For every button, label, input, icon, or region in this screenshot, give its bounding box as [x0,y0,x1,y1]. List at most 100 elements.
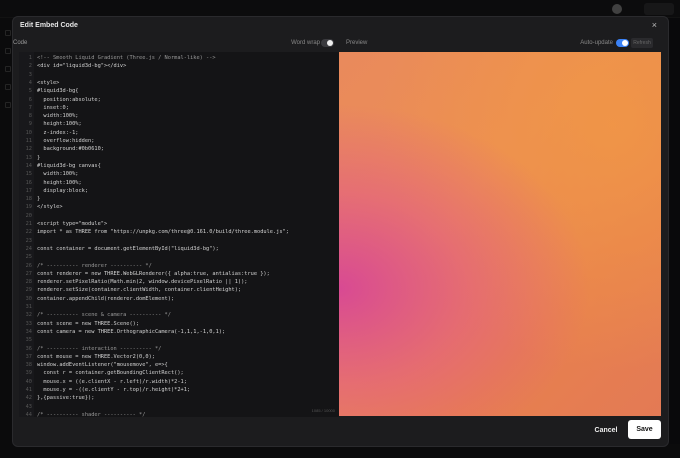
line-number: 9 [28,121,32,128]
code-text: renderer.setSize(container.clientWidth, … [37,287,242,294]
code-line: 28 renderer.setPixelRatio(Math.min(2, win… [19,278,339,286]
code-line: 24 const container = document.getElementB… [19,245,339,253]
code-panel-header: Code Word wrap [8,36,338,51]
line-number: 12 [25,146,32,153]
word-wrap-toggle[interactable] [321,39,334,47]
line-number: 16 [25,179,32,186]
line-number: 23 [25,237,32,244]
code-line: 36 /* ---------- interaction ---------- *… [19,345,339,353]
preview-panel-label: Preview [346,40,368,46]
code-text: const scene = new THREE.Scene(); [37,320,140,327]
line-number: 2 [28,63,32,70]
line-number: 34 [25,328,32,335]
line-number: 37 [25,353,32,360]
code-text: /* ---------- renderer ---------- */ [37,262,152,269]
code-text: width:100%; [37,171,79,178]
code-text: /* ---------- scene & camera ---------- … [37,312,171,319]
code-text: },{passive:true}); [37,395,95,402]
preview-canvas [339,52,661,416]
refresh-button[interactable]: Refresh [631,38,653,48]
preview-panel-header: Preview Auto-update Refresh [338,36,657,51]
code-text: <!-- Smooth Liquid Gradient (Three.js / … [37,55,216,61]
line-number: 18 [25,196,32,203]
line-number: 19 [25,204,32,211]
line-number: 35 [25,337,32,344]
line-number: 6 [28,96,32,103]
cancel-button[interactable]: Cancel [588,421,624,439]
code-line: 16 height:100%; [19,179,339,187]
line-number: 4 [28,79,32,86]
auto-update-label: Auto-update [580,40,613,46]
code-line: 37 const mouse = new THREE.Vector2(0,0); [19,353,339,361]
line-number: 24 [25,245,32,252]
code-line: 10 z-index:-1; [19,129,339,137]
code-text: #liquid3d-bg{ [37,88,79,95]
code-line: 40 mouse.x = ((e.clientX - r.left)/r.wid… [19,378,339,386]
code-text: width:100%; [37,113,79,120]
code-text: window.addEventListener("mousemove", e=>… [37,362,168,369]
code-text: z-index:-1; [37,129,79,136]
line-number: 21 [25,221,32,227]
line-number: 14 [25,162,32,169]
code-text: const camera = new THREE.OrthographicCam… [37,328,226,335]
code-line: 3 [19,71,339,79]
code-text: } [37,196,41,203]
line-number: 27 [25,270,32,277]
code-line: 30 container.appendChild(renderer.domElem… [19,295,339,303]
code-line: 9 height:100%; [19,120,339,128]
line-number: 26 [25,262,32,269]
code-text: overflow:hidden; [37,138,95,144]
code-line: 11 overflow:hidden; [19,137,339,145]
line-number: 42 [25,395,32,402]
line-number: 41 [25,387,32,393]
code-line: 41 mouse.y = -((e.clientY - r.top)/r.hei… [19,386,339,394]
code-line: 15 width:100%; [19,170,339,178]
line-number: 5 [28,88,32,95]
code-line: 19 </style> [19,203,339,211]
code-line: 13} [19,154,339,162]
code-text: <script type="module"> [37,221,108,227]
line-number: 22 [25,229,32,236]
code-line: 1 <!-- Smooth Liquid Gradient (Three.js /… [19,54,339,62]
word-wrap-label: Word wrap [291,40,320,46]
code-text: import * as THREE from "https://unpkg.co… [37,229,289,236]
line-number: 33 [25,320,32,327]
code-line: 21 <script type="module"> [19,220,339,228]
code-line: 29 renderer.setSize(container.clientWidth… [19,286,339,294]
line-number: 28 [25,279,32,286]
code-line: 42 },{passive:true}); [19,394,339,402]
code-line: 31 [19,303,339,311]
code-text: <style> [37,79,60,86]
line-number: 3 [28,71,32,78]
code-line: 25 [19,253,339,261]
code-line: 35 [19,336,339,344]
close-icon[interactable]: × [652,20,657,30]
code-line: 27 const renderer = new THREE.WebGLRender… [19,270,339,278]
line-number: 11 [25,138,32,144]
code-text: renderer.setPixelRatio(Math.min(2, windo… [37,279,248,286]
code-line: 44 /* ---------- shader ---------- */ [19,411,339,417]
code-panel-label: Code [13,40,28,46]
auto-update-toggle[interactable] [616,39,629,47]
line-number: 20 [25,212,32,219]
code-text: display:block; [37,187,89,194]
line-number: 10 [25,129,32,136]
code-text: mouse.y = -((e.clientY - r.top)/r.height… [37,387,191,393]
code-line: 4 <style> [19,79,339,87]
code-text: height:100%; [37,179,82,186]
code-text: const r = container.getBoundingClientRec… [37,370,184,377]
line-number: 31 [25,304,32,310]
code-text: /* ---------- shader ---------- */ [37,411,146,417]
line-number: 13 [25,154,32,161]
code-line: 34 const camera = new THREE.OrthographicC… [19,328,339,336]
code-line: 2 <div id="liquid3d-bg"></div> [19,62,339,70]
code-line: 6 position:absolute; [19,96,339,104]
code-text: const renderer = new THREE.WebGLRenderer… [37,270,270,277]
code-text: inset:0; [37,104,69,111]
line-number: 25 [25,254,32,261]
code-line: 5 #liquid3d-bg{ [19,87,339,95]
code-editor[interactable]: 1085 / 10000 1 <!-- Smooth Liquid Gradien… [19,52,339,417]
save-button[interactable]: Save [628,420,661,439]
code-line: 8 width:100%; [19,112,339,120]
code-text: const container = document.getElementByI… [37,245,219,252]
